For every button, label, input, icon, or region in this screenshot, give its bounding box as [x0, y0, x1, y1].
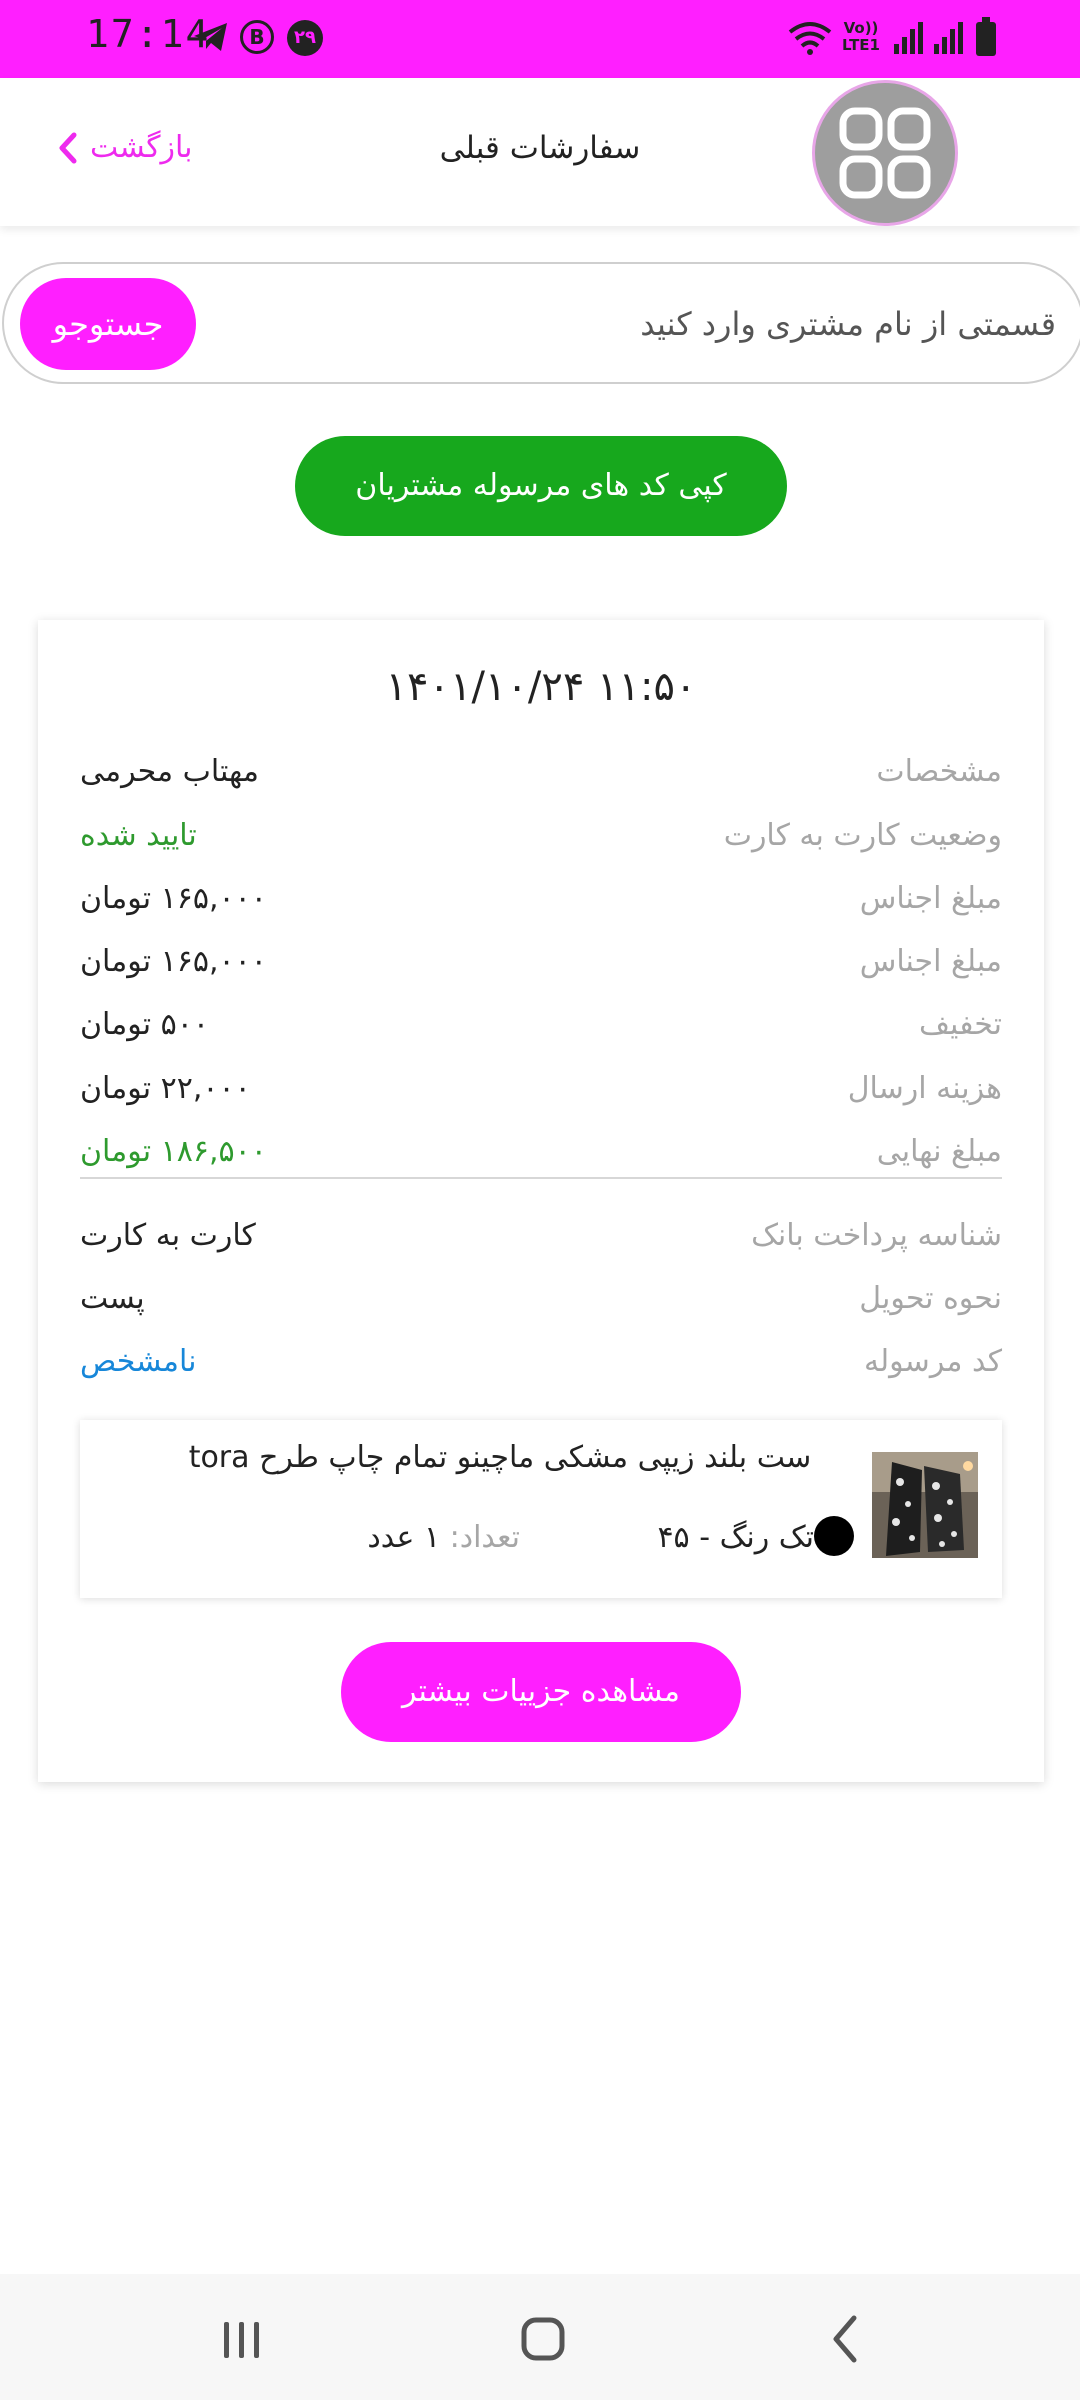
product-quantity: تعداد: ۱ عدد — [270, 1520, 520, 1555]
product-thumbnail — [872, 1452, 978, 1558]
order-datetime: ۱۴۰۱/۱۰/۲۴ ۱۱:۵۰ — [385, 664, 697, 710]
view-more-details-button[interactable]: مشاهده جزییات بیشتر — [341, 1642, 741, 1742]
order-row-customer: مشخصات مهتاب محرمی — [80, 754, 1002, 804]
row-label: مبلغ اجناس — [859, 944, 1002, 979]
row-label: هزینه ارسال — [847, 1071, 1002, 1106]
home-icon[interactable] — [518, 2304, 570, 2368]
delivery-method-value: پست — [80, 1281, 145, 1316]
order-row-tracking-code: کد مرسوله نامشخص — [80, 1344, 1002, 1394]
order-row-card-status: وضعیت کارت به کارت تایید شده — [80, 818, 1002, 868]
order-row-items-amount: مبلغ اجناس ۱۶۵,۰۰۰ تومان — [80, 944, 1002, 994]
quantity-value: ۱ عدد — [367, 1520, 441, 1555]
copy-tracking-codes-button[interactable]: کپی کد های مرسوله مشتریان — [295, 436, 787, 536]
menu-grid-button[interactable] — [812, 80, 958, 226]
row-label: مبلغ اجناس — [859, 881, 1002, 916]
color-swatch — [814, 1516, 854, 1556]
row-label: تخفیف — [919, 1007, 1002, 1042]
product-item[interactable]: ست بلند زیپی مشکی ماچینو تمام چاپ طرح to… — [80, 1420, 1002, 1598]
items-amount-value: ۱۶۵,۰۰۰ تومان — [80, 944, 267, 979]
row-label: مشخصات — [876, 754, 1002, 789]
row-label: وضعیت کارت به کارت — [723, 818, 1002, 853]
page-title-text: سفارشات قبلی — [439, 130, 641, 166]
search-input[interactable] — [204, 290, 1056, 358]
row-label: نحوه تحویل — [859, 1281, 1002, 1316]
quantity-label: تعداد: — [449, 1520, 520, 1555]
back-nav-icon[interactable] — [826, 2304, 866, 2368]
order-row-payment-id: شناسه پرداخت بانک کارت به کارت — [80, 1218, 1002, 1268]
order-row-items-amount: مبلغ اجناس ۱۶۵,۰۰۰ تومان — [80, 881, 1002, 931]
row-label: کد مرسوله — [863, 1344, 1002, 1379]
volte-label: Vo)) — [843, 19, 879, 37]
row-label: مبلغ نهایی — [876, 1134, 1002, 1169]
shipping-cost-value: ۲۲,۰۰۰ تومان — [80, 1071, 251, 1106]
divider — [80, 1177, 1002, 1179]
card-status-value: تایید شده — [80, 818, 197, 853]
signal-strength-icon — [934, 22, 963, 54]
lte-label: LTE1 — [842, 36, 880, 54]
order-row-shipping-cost: هزینه ارسال ۲۲,۰۰۰ تومان — [80, 1071, 1002, 1121]
notification-count-badge: ۲۹ — [287, 20, 323, 56]
final-amount-value: ۱۸۶,۵۰۰ تومان — [80, 1134, 267, 1169]
order-row-discount: تخفیف ۵۰۰ تومان — [80, 1007, 1002, 1057]
payment-id-value: کارت به کارت — [80, 1218, 256, 1253]
order-row-delivery-method: نحوه تحویل پست — [80, 1281, 1002, 1331]
product-variant: تک رنگ - ۴۵ — [657, 1520, 814, 1555]
search-button[interactable]: جستوجو — [20, 278, 196, 370]
recent-apps-icon[interactable] — [220, 2304, 264, 2368]
b-notification-icon: B — [240, 20, 274, 54]
app-header: بازگشت سفارشات قبلی — [0, 78, 1080, 226]
row-label: شناسه پرداخت بانک — [751, 1218, 1002, 1253]
product-name: ست بلند زیپی مشکی ماچینو تمام چاپ طرح to… — [188, 1440, 812, 1475]
product-image — [872, 1452, 978, 1558]
status-bar: 17:14 B ۲۹ Vo)) LTE1 — [0, 0, 1080, 78]
system-navigation-bar — [0, 2274, 1080, 2400]
tracking-code-value[interactable]: نامشخص — [80, 1344, 196, 1379]
signal-strength-icon — [894, 22, 923, 54]
customer-name: مهتاب محرمی — [80, 754, 259, 789]
order-card: ۱۴۰۱/۱۰/۲۴ ۱۱:۵۰ مشخصات مهتاب محرمی وضعی… — [38, 620, 1044, 1782]
network-type-label: Vo)) LTE1 — [842, 20, 880, 54]
wifi-icon — [788, 22, 832, 55]
discount-value: ۵۰۰ تومان — [80, 1007, 209, 1042]
battery-icon — [976, 17, 996, 56]
grid-icon — [839, 107, 931, 199]
telegram-icon — [194, 23, 227, 51]
search-bar: جستوجو — [2, 262, 1080, 384]
items-amount-value: ۱۶۵,۰۰۰ تومان — [80, 881, 267, 916]
